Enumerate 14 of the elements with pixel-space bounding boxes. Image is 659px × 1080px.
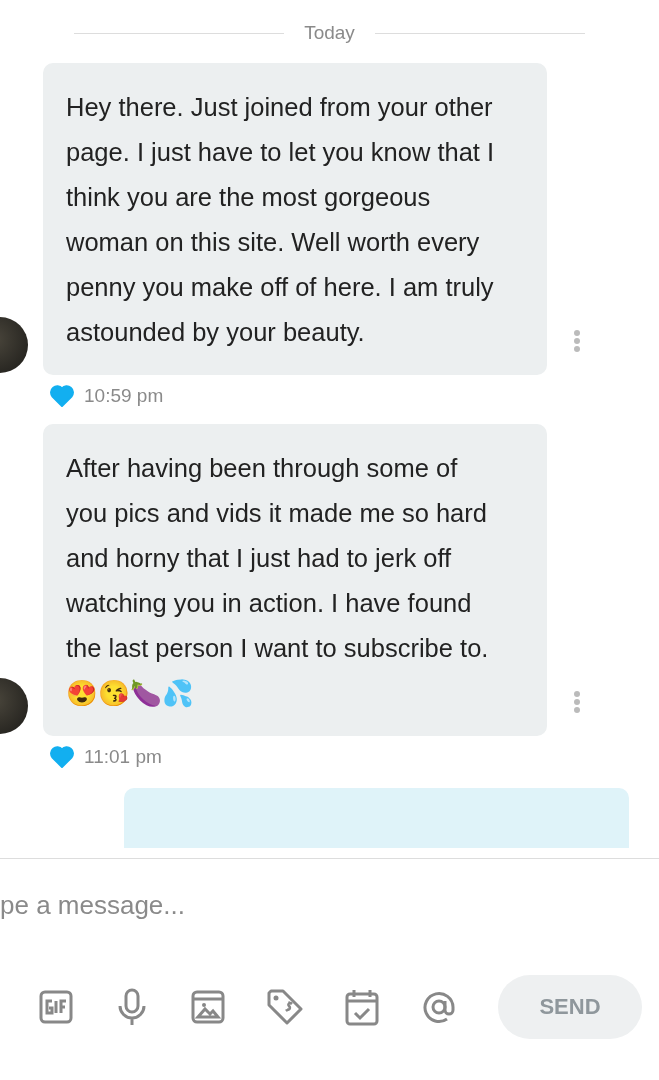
more-icon[interactable] bbox=[573, 690, 581, 714]
more-icon[interactable] bbox=[573, 329, 581, 353]
price-tag-icon[interactable] bbox=[266, 988, 304, 1026]
message-input[interactable]: pe a message... bbox=[0, 859, 600, 925]
gif-icon[interactable] bbox=[38, 989, 74, 1025]
message-time: 11:01 pm bbox=[84, 746, 162, 768]
image-icon[interactable] bbox=[190, 989, 226, 1025]
heart-icon[interactable] bbox=[50, 385, 74, 407]
date-divider: Today bbox=[304, 22, 355, 44]
message-time: 10:59 pm bbox=[84, 385, 164, 407]
message-bubble: After having been through some of you pics and vids it made me so hard and horny that I just had to jerk off watching you in action. I have found the last person I want to subscribe to. 😍😘🍆💦 bbox=[43, 424, 547, 736]
message-bubble: Hey there. Just joined from your other page. I just have to let you know that I think you are the most gorgeous woman on this site. Well worth every penny you make off of here. I am truly astounded by your beauty. bbox=[43, 63, 547, 375]
calendar-icon[interactable] bbox=[344, 988, 380, 1026]
heart-icon[interactable] bbox=[50, 746, 74, 768]
